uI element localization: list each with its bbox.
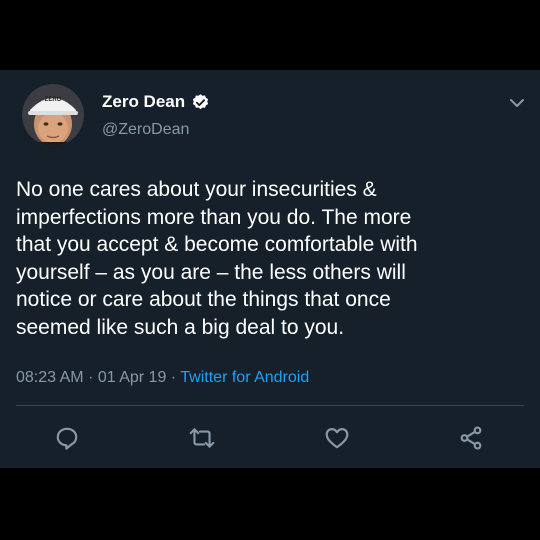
tweet-text: No one cares about your insecurities & i… xyxy=(16,176,531,341)
like-button[interactable] xyxy=(322,423,352,453)
letterbox-bottom xyxy=(0,468,540,540)
cap-logo-text: ZERO xyxy=(45,97,62,103)
retweet-button[interactable] xyxy=(187,423,217,453)
retweet-icon xyxy=(189,428,215,448)
tweet-date[interactable]: 01 Apr 19 xyxy=(98,369,167,386)
author-name-row[interactable]: Zero Dean xyxy=(102,92,210,112)
reply-icon xyxy=(56,427,78,450)
verified-badge-icon xyxy=(191,93,210,112)
heart-icon xyxy=(325,428,349,449)
tweet-meta: 08:23 AM · 01 Apr 19 · Twitter for Andro… xyxy=(16,369,309,387)
tweet-text-line: notice or care about the things that onc… xyxy=(16,288,391,311)
meta-separator: · xyxy=(88,369,94,386)
avatar-photo: ZERO xyxy=(22,84,84,146)
author-handle[interactable]: @ZeroDean xyxy=(102,121,189,139)
reply-button[interactable] xyxy=(52,423,82,453)
tweet-card: ZERO Zero Dean @ZeroDean No one cares ab… xyxy=(0,70,540,468)
chevron-down-icon[interactable] xyxy=(508,96,526,110)
tweet-text-line: No one cares about your insecurities & xyxy=(16,178,377,201)
meta-separator: · xyxy=(170,369,177,386)
tweet-source-link[interactable]: Twitter for Android xyxy=(180,369,309,386)
tweet-text-line: imperfections more than you do. The more xyxy=(16,205,412,229)
share-icon xyxy=(460,426,482,450)
avatar[interactable]: ZERO xyxy=(22,84,84,146)
tweet-time[interactable]: 08:23 AM xyxy=(16,369,84,386)
tweet-text-line: seemed like such a big deal to you. xyxy=(16,315,345,339)
tweet-text-line: that you accept & become comfortable wit… xyxy=(16,233,418,256)
share-button[interactable] xyxy=(456,423,486,453)
divider xyxy=(16,405,524,406)
tweet-text-line: yourself – as you are – the less others … xyxy=(16,260,406,284)
author-name[interactable]: Zero Dean xyxy=(102,92,185,112)
